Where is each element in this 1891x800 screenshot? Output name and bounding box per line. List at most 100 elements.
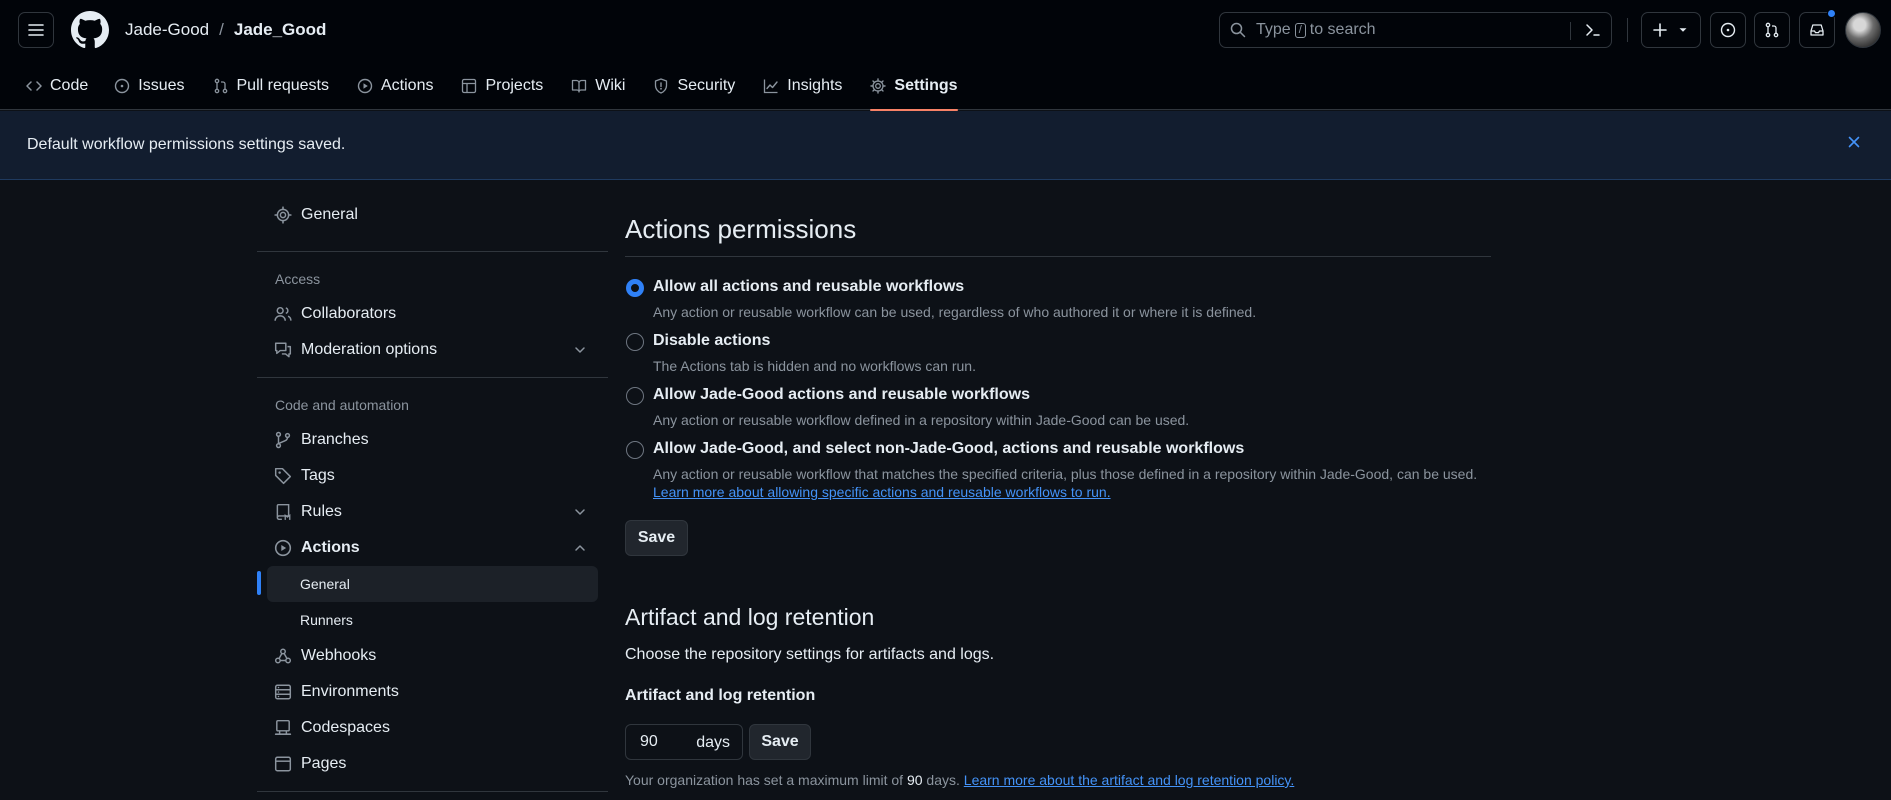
table-icon [462, 78, 477, 94]
sidebar-item-label: Moderation options [301, 341, 438, 358]
browser-icon [274, 756, 292, 772]
sidebar-divider [257, 251, 608, 252]
radio-note-text: Any action or reusable workflow that mat… [653, 466, 1478, 482]
flash-message: Default workflow permissions settings sa… [27, 136, 346, 153]
tab-label: Pull requests [236, 77, 330, 94]
play-icon [357, 78, 373, 94]
sidebar-item-general[interactable]: General [257, 197, 598, 233]
issues-button[interactable] [1710, 12, 1746, 48]
server-icon [274, 684, 292, 700]
repo-push-icon [276, 503, 291, 521]
sidebar-item-moderation[interactable]: Moderation options [257, 332, 598, 368]
command-palette-icon[interactable] [1584, 21, 1602, 39]
pull-requests-button[interactable] [1754, 12, 1790, 48]
learn-more-link[interactable]: Learn more about allowing specific actio… [653, 484, 1111, 500]
tab-label: Projects [485, 77, 544, 94]
search-icon [1230, 22, 1246, 38]
radio-label: Allow Jade-Good, and select non-Jade-Goo… [653, 440, 1245, 457]
sidebar-item-label: Environments [301, 683, 399, 700]
chevron-down-icon [575, 347, 585, 353]
active-indicator [257, 571, 261, 595]
sidebar-subitem-actions-runners[interactable]: Runners [267, 602, 598, 638]
repo-tabs: Code Issues Pull requests Actions Projec… [0, 62, 958, 111]
retention-note-unit: days. [926, 772, 960, 788]
user-avatar[interactable] [1845, 12, 1881, 48]
plus-icon [1653, 23, 1667, 37]
people-icon [274, 306, 292, 321]
graph-icon [764, 79, 778, 94]
radio-button[interactable] [626, 387, 644, 405]
breadcrumb-repo[interactable]: Jade_Good [234, 20, 327, 40]
sidebar-subitem-actions-general[interactable]: General [267, 566, 598, 602]
sidebar-subitem-label: Runners [300, 612, 353, 628]
sidebar-item-pages[interactable]: Pages [257, 746, 598, 782]
menu-button[interactable] [18, 12, 54, 48]
retention-days-field[interactable]: days [625, 724, 743, 760]
sidebar-item-label: Branches [301, 431, 369, 448]
sidebar-item-label: Webhooks [301, 647, 377, 664]
retention-note-prefix: Your organization has set a maximum limi… [625, 772, 904, 788]
play-icon [274, 539, 292, 557]
tab-wiki[interactable]: Wiki [571, 62, 625, 110]
sidebar-item-label: General [301, 206, 358, 223]
search-divider [1570, 22, 1571, 40]
chevron-down-icon [575, 509, 585, 515]
radio-button[interactable] [626, 441, 644, 459]
radio-label: Allow Jade-Good actions and reusable wor… [653, 386, 1030, 403]
sidebar-item-label: Codespaces [301, 719, 390, 736]
tab-label: Issues [138, 77, 185, 94]
retention-description: Choose the repository settings for artif… [625, 646, 995, 663]
book-icon [572, 79, 587, 93]
sidebar-item-rules[interactable]: Rules [257, 494, 598, 530]
tab-pull-requests[interactable]: Pull requests [213, 62, 330, 110]
tab-label: Wiki [595, 77, 626, 94]
radio-note: Any action or reusable workflow defined … [653, 412, 1190, 428]
breadcrumb: Jade-Good / Jade_Good [125, 20, 326, 40]
search-input[interactable]: Type / to search [1219, 12, 1612, 48]
sidebar-item-branches[interactable]: Branches [257, 422, 598, 458]
sidebar-item-environments[interactable]: Environments [257, 674, 598, 710]
sidebar-item-actions[interactable]: Actions [257, 530, 598, 566]
tab-actions[interactable]: Actions [357, 62, 433, 110]
flash-banner: Default workflow permissions settings sa… [0, 111, 1891, 180]
search-placeholder-suffix: to search [1309, 21, 1376, 38]
search-placeholder-prefix: Type [1256, 21, 1291, 38]
sidebar-item-collaborators[interactable]: Collaborators [257, 296, 598, 332]
codespaces-icon [274, 719, 292, 736]
tab-code[interactable]: Code [26, 62, 88, 110]
radio-button[interactable] [626, 279, 644, 297]
save-permissions-button[interactable]: Save [625, 520, 688, 556]
breadcrumb-owner[interactable]: Jade-Good [125, 20, 209, 40]
tab-label: Code [50, 77, 89, 94]
webhook-icon [274, 648, 292, 664]
code-icon [26, 81, 42, 91]
close-icon[interactable] [1846, 134, 1862, 150]
comment-discussion-icon [274, 342, 292, 358]
sidebar-divider [257, 377, 608, 378]
inbox-icon [1810, 24, 1824, 36]
shield-icon [655, 78, 668, 94]
sidebar-divider [257, 791, 608, 792]
retention-policy-link[interactable]: Learn more about the artifact and log re… [964, 772, 1295, 788]
tab-issues[interactable]: Issues [114, 62, 185, 110]
sidebar-heading-access: Access [275, 271, 321, 287]
sidebar-item-webhooks[interactable]: Webhooks [257, 638, 598, 674]
radio-note: Any action or reusable workflow that mat… [653, 465, 1489, 501]
sidebar-item-tags[interactable]: Tags [257, 458, 598, 494]
tab-security[interactable]: Security [653, 62, 735, 110]
sidebar-item-label: Pages [301, 755, 347, 772]
retention-days-input[interactable] [640, 733, 690, 751]
tab-settings[interactable]: Settings [870, 62, 958, 111]
create-new-button[interactable] [1641, 12, 1701, 48]
sidebar-item-codespaces[interactable]: Codespaces [257, 710, 598, 746]
search-shortcut-key: / [1294, 22, 1306, 38]
retention-note: Your organization has set a maximum limi… [625, 772, 1294, 788]
tab-projects[interactable]: Projects [461, 62, 543, 110]
save-retention-button[interactable]: Save [749, 724, 811, 760]
tab-insights[interactable]: Insights [763, 62, 842, 110]
title-divider [625, 256, 1491, 257]
pull-request-icon [1765, 22, 1779, 38]
github-logo-icon[interactable] [71, 11, 109, 49]
git-branch-icon [275, 431, 291, 449]
radio-button[interactable] [626, 333, 644, 351]
